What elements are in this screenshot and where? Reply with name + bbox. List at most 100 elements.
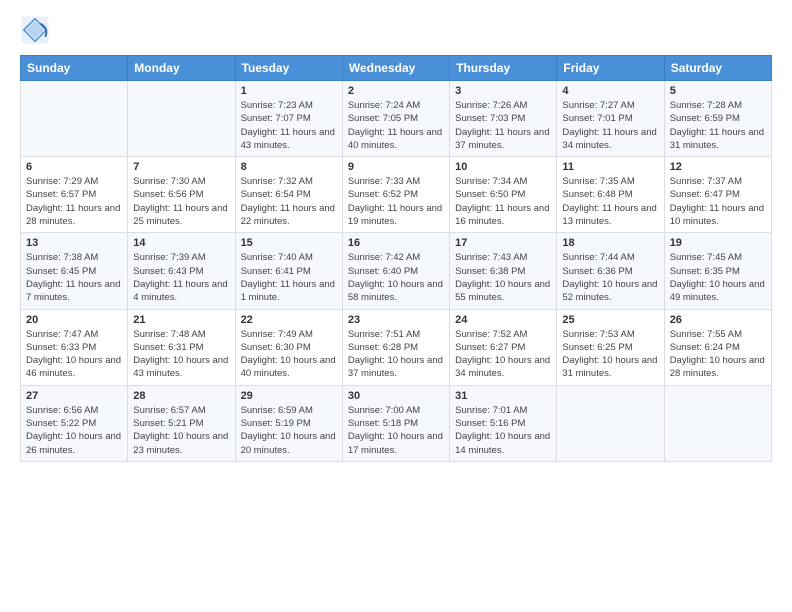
day-info: Sunrise: 7:39 AM Sunset: 6:43 PM Dayligh… [133, 251, 229, 304]
day-info: Sunrise: 7:33 AM Sunset: 6:52 PM Dayligh… [348, 175, 444, 228]
calendar-cell: 14 Sunrise: 7:39 AM Sunset: 6:43 PM Dayli… [128, 233, 235, 309]
calendar-cell: 27Sunrise: 6:56 AM Sunset: 5:22 PM Dayli… [21, 385, 128, 461]
weekday-header-saturday: Saturday [664, 56, 771, 81]
day-number: 20 [26, 314, 122, 326]
day-info: Sunrise: 6:57 AM Sunset: 5:21 PM Dayligh… [133, 404, 229, 457]
logo-icon [20, 15, 50, 45]
day-info: Sunrise: 7:51 AM Sunset: 6:28 PM Dayligh… [348, 328, 444, 381]
day-number: 24 [455, 314, 551, 326]
day-number: 16 [348, 237, 444, 249]
calendar-cell: 31 Sunrise: 7:01 AM Sunset: 5:16 PM Dayli… [450, 385, 557, 461]
calendar-cell: 26 Sunrise: 7:55 AM Sunset: 6:24 PM Dayli… [664, 309, 771, 385]
calendar-cell [664, 385, 771, 461]
day-number: 10 [455, 161, 551, 173]
day-number: 31 [455, 390, 551, 402]
calendar-cell: 2 Sunrise: 7:24 AM Sunset: 7:05 PM Daylig… [342, 81, 449, 157]
calendar-cell: 25 Sunrise: 7:53 AM Sunset: 6:25 PM Dayli… [557, 309, 664, 385]
week-row-2: 6 Sunrise: 7:29 AM Sunset: 6:57 PM Daylig… [21, 157, 772, 233]
day-number: 28 [133, 390, 229, 402]
weekday-header-row: SundayMondayTuesdayWednesdayThursdayFrid… [21, 56, 772, 81]
logo [20, 15, 54, 45]
day-info: Sunrise: 7:01 AM Sunset: 5:16 PM Dayligh… [455, 404, 551, 457]
day-number: 22 [241, 314, 337, 326]
weekday-header-monday: Monday [128, 56, 235, 81]
day-info: Sunrise: 7:24 AM Sunset: 7:05 PM Dayligh… [348, 99, 444, 152]
calendar-cell: 9 Sunrise: 7:33 AM Sunset: 6:52 PM Daylig… [342, 157, 449, 233]
day-number: 13 [26, 237, 122, 249]
day-info: Sunrise: 7:29 AM Sunset: 6:57 PM Dayligh… [26, 175, 122, 228]
calendar-cell: 24 Sunrise: 7:52 AM Sunset: 6:27 PM Dayli… [450, 309, 557, 385]
calendar-cell: 17 Sunrise: 7:43 AM Sunset: 6:38 PM Dayli… [450, 233, 557, 309]
calendar-cell: 12 Sunrise: 7:37 AM Sunset: 6:47 PM Dayli… [664, 157, 771, 233]
calendar-cell: 6 Sunrise: 7:29 AM Sunset: 6:57 PM Daylig… [21, 157, 128, 233]
day-number: 18 [562, 237, 658, 249]
calendar-cell: 29Sunrise: 6:59 AM Sunset: 5:19 PM Dayli… [235, 385, 342, 461]
calendar-cell: 16 Sunrise: 7:42 AM Sunset: 6:40 PM Dayli… [342, 233, 449, 309]
calendar-cell: 19 Sunrise: 7:45 AM Sunset: 6:35 PM Dayli… [664, 233, 771, 309]
calendar-cell [21, 81, 128, 157]
day-info: Sunrise: 7:37 AM Sunset: 6:47 PM Dayligh… [670, 175, 766, 228]
day-number: 21 [133, 314, 229, 326]
calendar-cell: 8 Sunrise: 7:32 AM Sunset: 6:54 PM Daylig… [235, 157, 342, 233]
calendar-cell: 7Sunrise: 7:30 AM Sunset: 6:56 PM Daylig… [128, 157, 235, 233]
calendar-cell: 20Sunrise: 7:47 AM Sunset: 6:33 PM Dayli… [21, 309, 128, 385]
weekday-header-sunday: Sunday [21, 56, 128, 81]
calendar-cell: 18 Sunrise: 7:44 AM Sunset: 6:36 PM Dayli… [557, 233, 664, 309]
calendar-cell: 5 Sunrise: 7:28 AM Sunset: 6:59 PM Daylig… [664, 81, 771, 157]
day-info: Sunrise: 7:43 AM Sunset: 6:38 PM Dayligh… [455, 251, 551, 304]
day-number: 23 [348, 314, 444, 326]
day-number: 8 [241, 161, 337, 173]
calendar-cell: 28 Sunrise: 6:57 AM Sunset: 5:21 PM Dayli… [128, 385, 235, 461]
day-info: Sunrise: 7:44 AM Sunset: 6:36 PM Dayligh… [562, 251, 658, 304]
day-info: Sunrise: 7:38 AM Sunset: 6:45 PM Dayligh… [26, 251, 122, 304]
day-number: 26 [670, 314, 766, 326]
day-info: Sunrise: 7:26 AM Sunset: 7:03 PM Dayligh… [455, 99, 551, 152]
day-info: Sunrise: 7:52 AM Sunset: 6:27 PM Dayligh… [455, 328, 551, 381]
day-info: Sunrise: 7:32 AM Sunset: 6:54 PM Dayligh… [241, 175, 337, 228]
calendar-cell: 1Sunrise: 7:23 AM Sunset: 7:07 PM Daylig… [235, 81, 342, 157]
weekday-header-friday: Friday [557, 56, 664, 81]
day-number: 17 [455, 237, 551, 249]
weekday-header-wednesday: Wednesday [342, 56, 449, 81]
week-row-4: 20Sunrise: 7:47 AM Sunset: 6:33 PM Dayli… [21, 309, 772, 385]
day-number: 30 [348, 390, 444, 402]
day-number: 5 [670, 85, 766, 97]
calendar-cell: 23 Sunrise: 7:51 AM Sunset: 6:28 PM Dayli… [342, 309, 449, 385]
day-info: Sunrise: 6:56 AM Sunset: 5:22 PM Dayligh… [26, 404, 122, 457]
day-number: 19 [670, 237, 766, 249]
day-info: Sunrise: 7:35 AM Sunset: 6:48 PM Dayligh… [562, 175, 658, 228]
week-row-3: 13 Sunrise: 7:38 AM Sunset: 6:45 PM Dayli… [21, 233, 772, 309]
day-info: Sunrise: 7:42 AM Sunset: 6:40 PM Dayligh… [348, 251, 444, 304]
day-info: Sunrise: 7:00 AM Sunset: 5:18 PM Dayligh… [348, 404, 444, 457]
day-info: Sunrise: 7:28 AM Sunset: 6:59 PM Dayligh… [670, 99, 766, 152]
day-info: Sunrise: 7:45 AM Sunset: 6:35 PM Dayligh… [670, 251, 766, 304]
day-number: 6 [26, 161, 122, 173]
day-number: 25 [562, 314, 658, 326]
day-number: 9 [348, 161, 444, 173]
day-info: Sunrise: 7:53 AM Sunset: 6:25 PM Dayligh… [562, 328, 658, 381]
calendar-cell: 21 Sunrise: 7:48 AM Sunset: 6:31 PM Dayli… [128, 309, 235, 385]
calendar-cell: 4 Sunrise: 7:27 AM Sunset: 7:01 PM Daylig… [557, 81, 664, 157]
calendar-cell: 15Sunrise: 7:40 AM Sunset: 6:41 PM Dayli… [235, 233, 342, 309]
day-number: 7 [133, 161, 229, 173]
day-number: 3 [455, 85, 551, 97]
day-info: Sunrise: 7:34 AM Sunset: 6:50 PM Dayligh… [455, 175, 551, 228]
weekday-header-thursday: Thursday [450, 56, 557, 81]
week-row-5: 27Sunrise: 6:56 AM Sunset: 5:22 PM Dayli… [21, 385, 772, 461]
day-info: Sunrise: 7:27 AM Sunset: 7:01 PM Dayligh… [562, 99, 658, 152]
day-number: 12 [670, 161, 766, 173]
day-number: 15 [241, 237, 337, 249]
calendar-cell: 3 Sunrise: 7:26 AM Sunset: 7:03 PM Daylig… [450, 81, 557, 157]
day-number: 14 [133, 237, 229, 249]
day-number: 4 [562, 85, 658, 97]
day-info: Sunrise: 7:49 AM Sunset: 6:30 PM Dayligh… [241, 328, 337, 381]
calendar-cell [557, 385, 664, 461]
calendar-cell: 10 Sunrise: 7:34 AM Sunset: 6:50 PM Dayli… [450, 157, 557, 233]
calendar-table: SundayMondayTuesdayWednesdayThursdayFrid… [20, 55, 772, 462]
day-info: Sunrise: 7:55 AM Sunset: 6:24 PM Dayligh… [670, 328, 766, 381]
calendar-cell: 13 Sunrise: 7:38 AM Sunset: 6:45 PM Dayli… [21, 233, 128, 309]
calendar-cell: 11Sunrise: 7:35 AM Sunset: 6:48 PM Dayli… [557, 157, 664, 233]
day-number: 2 [348, 85, 444, 97]
day-info: Sunrise: 7:48 AM Sunset: 6:31 PM Dayligh… [133, 328, 229, 381]
week-row-1: 1Sunrise: 7:23 AM Sunset: 7:07 PM Daylig… [21, 81, 772, 157]
